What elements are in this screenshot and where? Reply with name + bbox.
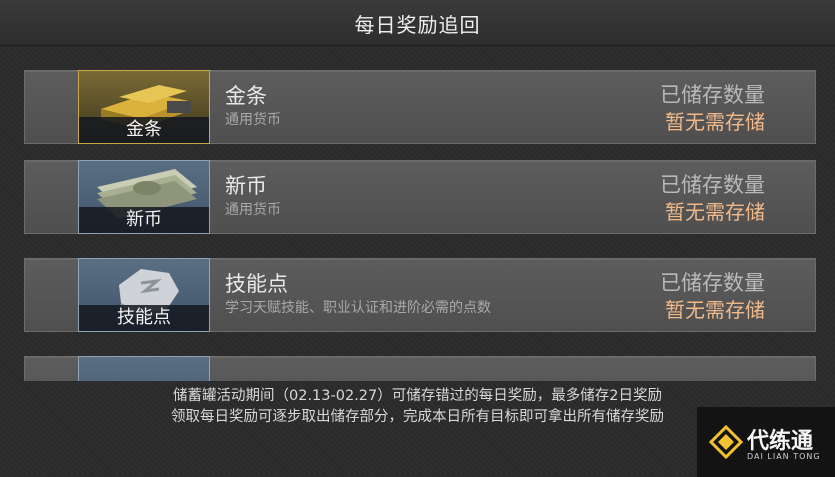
reward-list[interactable]: 金条 金条 通用货币 已储存数量 暂无需存储 新币 新币 通用货币 已储存数量 …	[24, 70, 816, 381]
thumbnail-caption: 金条	[79, 117, 209, 143]
notice-line-1: 储蓄罐活动期间（02.13-02.27）可储存错过的每日奖励，最多储存2日奖励	[173, 388, 662, 404]
watermark: 代练通 DAI LIAN TONG	[697, 407, 835, 477]
item-thumbnail: 新币	[78, 160, 210, 234]
item-name: 金条	[225, 84, 267, 108]
list-item-skill-points[interactable]: 技能点 技能点 学习天赋技能、职业认证和进阶必需的点数 已储存数量 暂无需存储	[24, 258, 816, 332]
watermark-subtext: DAI LIAN TONG	[747, 452, 821, 461]
title-bar: 每日奖励追回	[0, 0, 835, 46]
item-thumbnail: 技能点	[78, 258, 210, 332]
stored-amount-value: 暂无需存储	[665, 200, 765, 224]
item-name: 技能点	[225, 272, 288, 296]
item-description: 通用货币	[225, 202, 281, 218]
thumbnail-caption: 新币	[79, 207, 209, 233]
stored-amount-label: 已储存数量	[660, 83, 765, 107]
thumbnail-caption: 技能点	[79, 305, 209, 331]
list-item-new-coin[interactable]: 新币 新币 通用货币 已储存数量 暂无需存储	[24, 160, 816, 234]
stored-amount-value: 暂无需存储	[665, 298, 765, 322]
item-description: 学习天赋技能、职业认证和进阶必需的点数	[225, 300, 491, 316]
item-thumbnail	[78, 356, 210, 381]
item-name: 新币	[225, 174, 267, 198]
watermark-text: 代练通	[747, 429, 814, 454]
list-item-partial[interactable]	[24, 356, 816, 381]
stored-amount-value: 暂无需存储	[665, 110, 765, 134]
page-title: 每日奖励追回	[354, 13, 481, 37]
list-item-gold[interactable]: 金条 金条 通用货币 已储存数量 暂无需存储	[24, 70, 816, 144]
watermark-logo-icon	[709, 425, 743, 459]
stored-amount-label: 已储存数量	[660, 271, 765, 295]
item-thumbnail: 金条	[78, 70, 210, 144]
stored-amount-label: 已储存数量	[660, 173, 765, 197]
item-description: 通用货币	[225, 112, 281, 128]
